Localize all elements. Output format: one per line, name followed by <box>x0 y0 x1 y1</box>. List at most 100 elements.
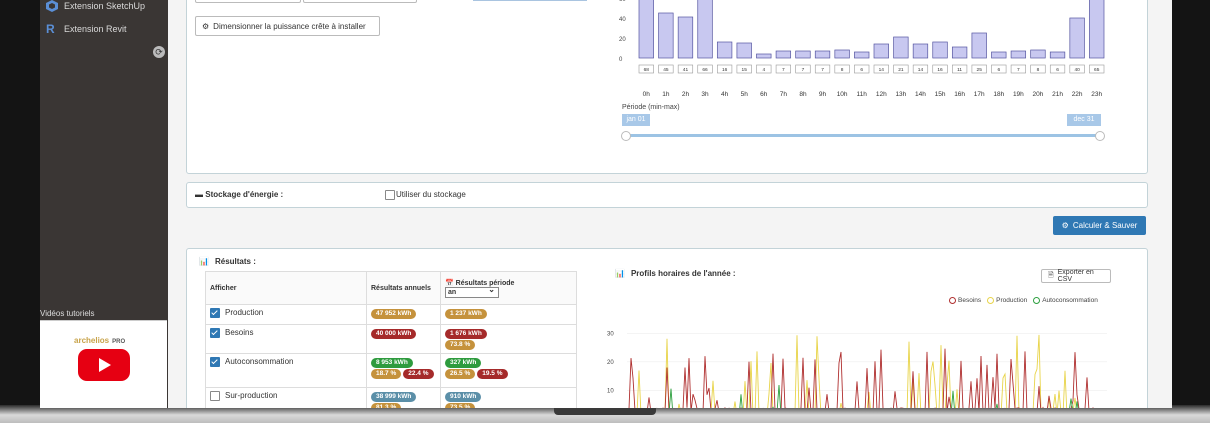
bar-20h[interactable] <box>1030 49 1046 59</box>
action-button-partial[interactable] <box>473 0 587 1</box>
input-field-right[interactable] <box>303 0 417 3</box>
value-label: 6 <box>997 67 1000 73</box>
storage-panel: ▬ Stockage d'énergie : Utiliser du stock… <box>186 182 1148 208</box>
bar-23h[interactable] <box>1089 0 1105 59</box>
value-badge: 38 999 kWh <box>371 392 417 402</box>
show-checkbox[interactable] <box>210 391 220 401</box>
bar-13h[interactable] <box>893 36 909 59</box>
period-slider-track[interactable] <box>625 134 1099 137</box>
video-tutorials-label: Vidéos tutoriels <box>40 309 95 318</box>
sidebar-item-label: Extension SketchUp <box>64 1 146 11</box>
value-badge: 22.4 % <box>403 369 434 379</box>
period-cell: 910 kWh 73.5 % <box>440 387 577 408</box>
value-label: 11 <box>957 67 962 73</box>
bar-15h[interactable] <box>932 41 948 59</box>
bar-4h[interactable] <box>716 41 733 59</box>
bar-0h[interactable] <box>638 0 654 59</box>
hour-label: 5h <box>741 91 749 98</box>
bar-22h[interactable] <box>1069 17 1085 59</box>
show-checkbox[interactable] <box>210 308 220 318</box>
hour-label: 1h <box>662 91 670 98</box>
bar-21h[interactable] <box>1049 51 1066 59</box>
video-tutorial-card[interactable]: archelios PRO <box>40 320 167 408</box>
export-csv-button[interactable]: 🗎 Exporter en CSV <box>1041 269 1111 283</box>
value-label: 16 <box>937 67 943 73</box>
value-label: 14 <box>918 67 924 73</box>
bar-12h[interactable] <box>873 43 889 59</box>
hour-label: 18h <box>993 91 1004 98</box>
sidebar-item-revit[interactable]: R Extension Revit <box>46 22 127 36</box>
row-label: Autoconsommation <box>225 357 294 367</box>
value-badge: 327 kWh <box>445 358 482 368</box>
period-cell: 327 kWh 26.5 % 19.5 % <box>440 353 577 388</box>
bar-18h[interactable] <box>991 51 1007 59</box>
revit-icon: R <box>46 22 55 36</box>
bar-11h[interactable] <box>854 51 870 59</box>
slider-handle-min[interactable] <box>621 131 631 141</box>
legend-marker[interactable] <box>987 297 995 304</box>
legend-marker[interactable] <box>1033 297 1041 304</box>
archelios-logo: archelios PRO <box>74 336 126 345</box>
sidebar-item-sketchup[interactable]: Extension SketchUp <box>46 0 145 13</box>
legend-label[interactable]: Besoins <box>958 297 981 304</box>
period-select[interactable]: an <box>445 285 499 298</box>
storage-title: ▬ Stockage d'énergie : <box>195 190 284 199</box>
bar-2h[interactable] <box>677 16 694 59</box>
calculate-save-button[interactable]: ⚙ Calculer & Sauver <box>1053 216 1146 235</box>
value-badge: 26.5 % <box>445 369 476 379</box>
hour-label: 4h <box>721 91 729 98</box>
value-badge: 40 000 kWh <box>371 329 417 339</box>
app-screen: Extension SketchUp R Extension Revit ⟳ V… <box>40 0 1172 408</box>
value-label: 4 <box>762 67 765 73</box>
legend-label[interactable]: Autoconsommation <box>1042 297 1098 304</box>
bar-7h[interactable] <box>775 50 792 59</box>
file-icon: 🗎 <box>1048 271 1054 279</box>
bar-6h[interactable] <box>756 53 772 59</box>
bar-17h[interactable] <box>971 32 987 59</box>
input-field-left[interactable] <box>195 0 301 3</box>
row-label-cell: Sur-production <box>205 387 367 408</box>
hour-label: 16h <box>954 91 965 98</box>
value-badge: 910 kWh <box>445 392 482 402</box>
use-storage-checkbox[interactable]: Utiliser du stockage <box>385 190 466 200</box>
bar-10h[interactable] <box>834 49 850 59</box>
y-tick-label: 30 <box>607 331 614 337</box>
size-power-button[interactable]: ⚙ Dimensionner la puissance crête à inst… <box>195 16 380 36</box>
value-label: 7 <box>782 67 785 73</box>
value-label: 14 <box>879 67 885 73</box>
value-badge: 8 953 kWh <box>371 358 413 368</box>
hourly-chart-svg: 6040200680h451h412h663h164h155h46h77h78h… <box>619 0 1105 98</box>
bar-9h[interactable] <box>814 50 831 59</box>
period-cell: 1 676 kWh 73.8 % <box>440 324 577 354</box>
sidebar-item-label: Extension Revit <box>64 24 127 34</box>
value-label: 7 <box>802 67 805 73</box>
youtube-play-icon[interactable] <box>78 349 130 381</box>
value-label: 8 <box>841 67 844 73</box>
bar-14h[interactable] <box>912 43 929 59</box>
bar-1h[interactable] <box>658 12 674 59</box>
profile-chart-title: 📊 Profils horaires de l'année : <box>615 269 736 278</box>
bar-5h[interactable] <box>736 42 752 59</box>
bar-16h[interactable] <box>951 46 968 59</box>
bar-3h[interactable] <box>697 0 713 59</box>
value-badge: 19.5 % <box>477 369 508 379</box>
hour-label: 21h <box>1052 91 1063 98</box>
collapse-arrow-icon[interactable]: ⟳ <box>153 46 165 58</box>
hour-label: 13h <box>895 91 906 98</box>
bar-8h[interactable] <box>795 50 811 59</box>
annual-cell: 40 000 kWh <box>366 324 441 354</box>
legend-marker[interactable] <box>949 297 956 304</box>
show-checkbox[interactable] <box>210 357 220 367</box>
value-label: 65 <box>1094 67 1100 73</box>
row-label: Production <box>225 308 264 318</box>
hour-label: 2h <box>682 91 690 98</box>
bar-19h[interactable] <box>1010 50 1027 59</box>
legend-label[interactable]: Production <box>996 297 1027 304</box>
y-tick-label: 20 <box>619 37 626 43</box>
show-checkbox[interactable] <box>210 328 220 338</box>
checkbox-icon[interactable] <box>385 190 395 200</box>
slider-handle-max[interactable] <box>1095 131 1105 141</box>
hour-label: 8h <box>799 91 807 98</box>
bar-chart-icon: 📊 <box>199 257 209 266</box>
hour-label: 0h <box>643 91 651 98</box>
